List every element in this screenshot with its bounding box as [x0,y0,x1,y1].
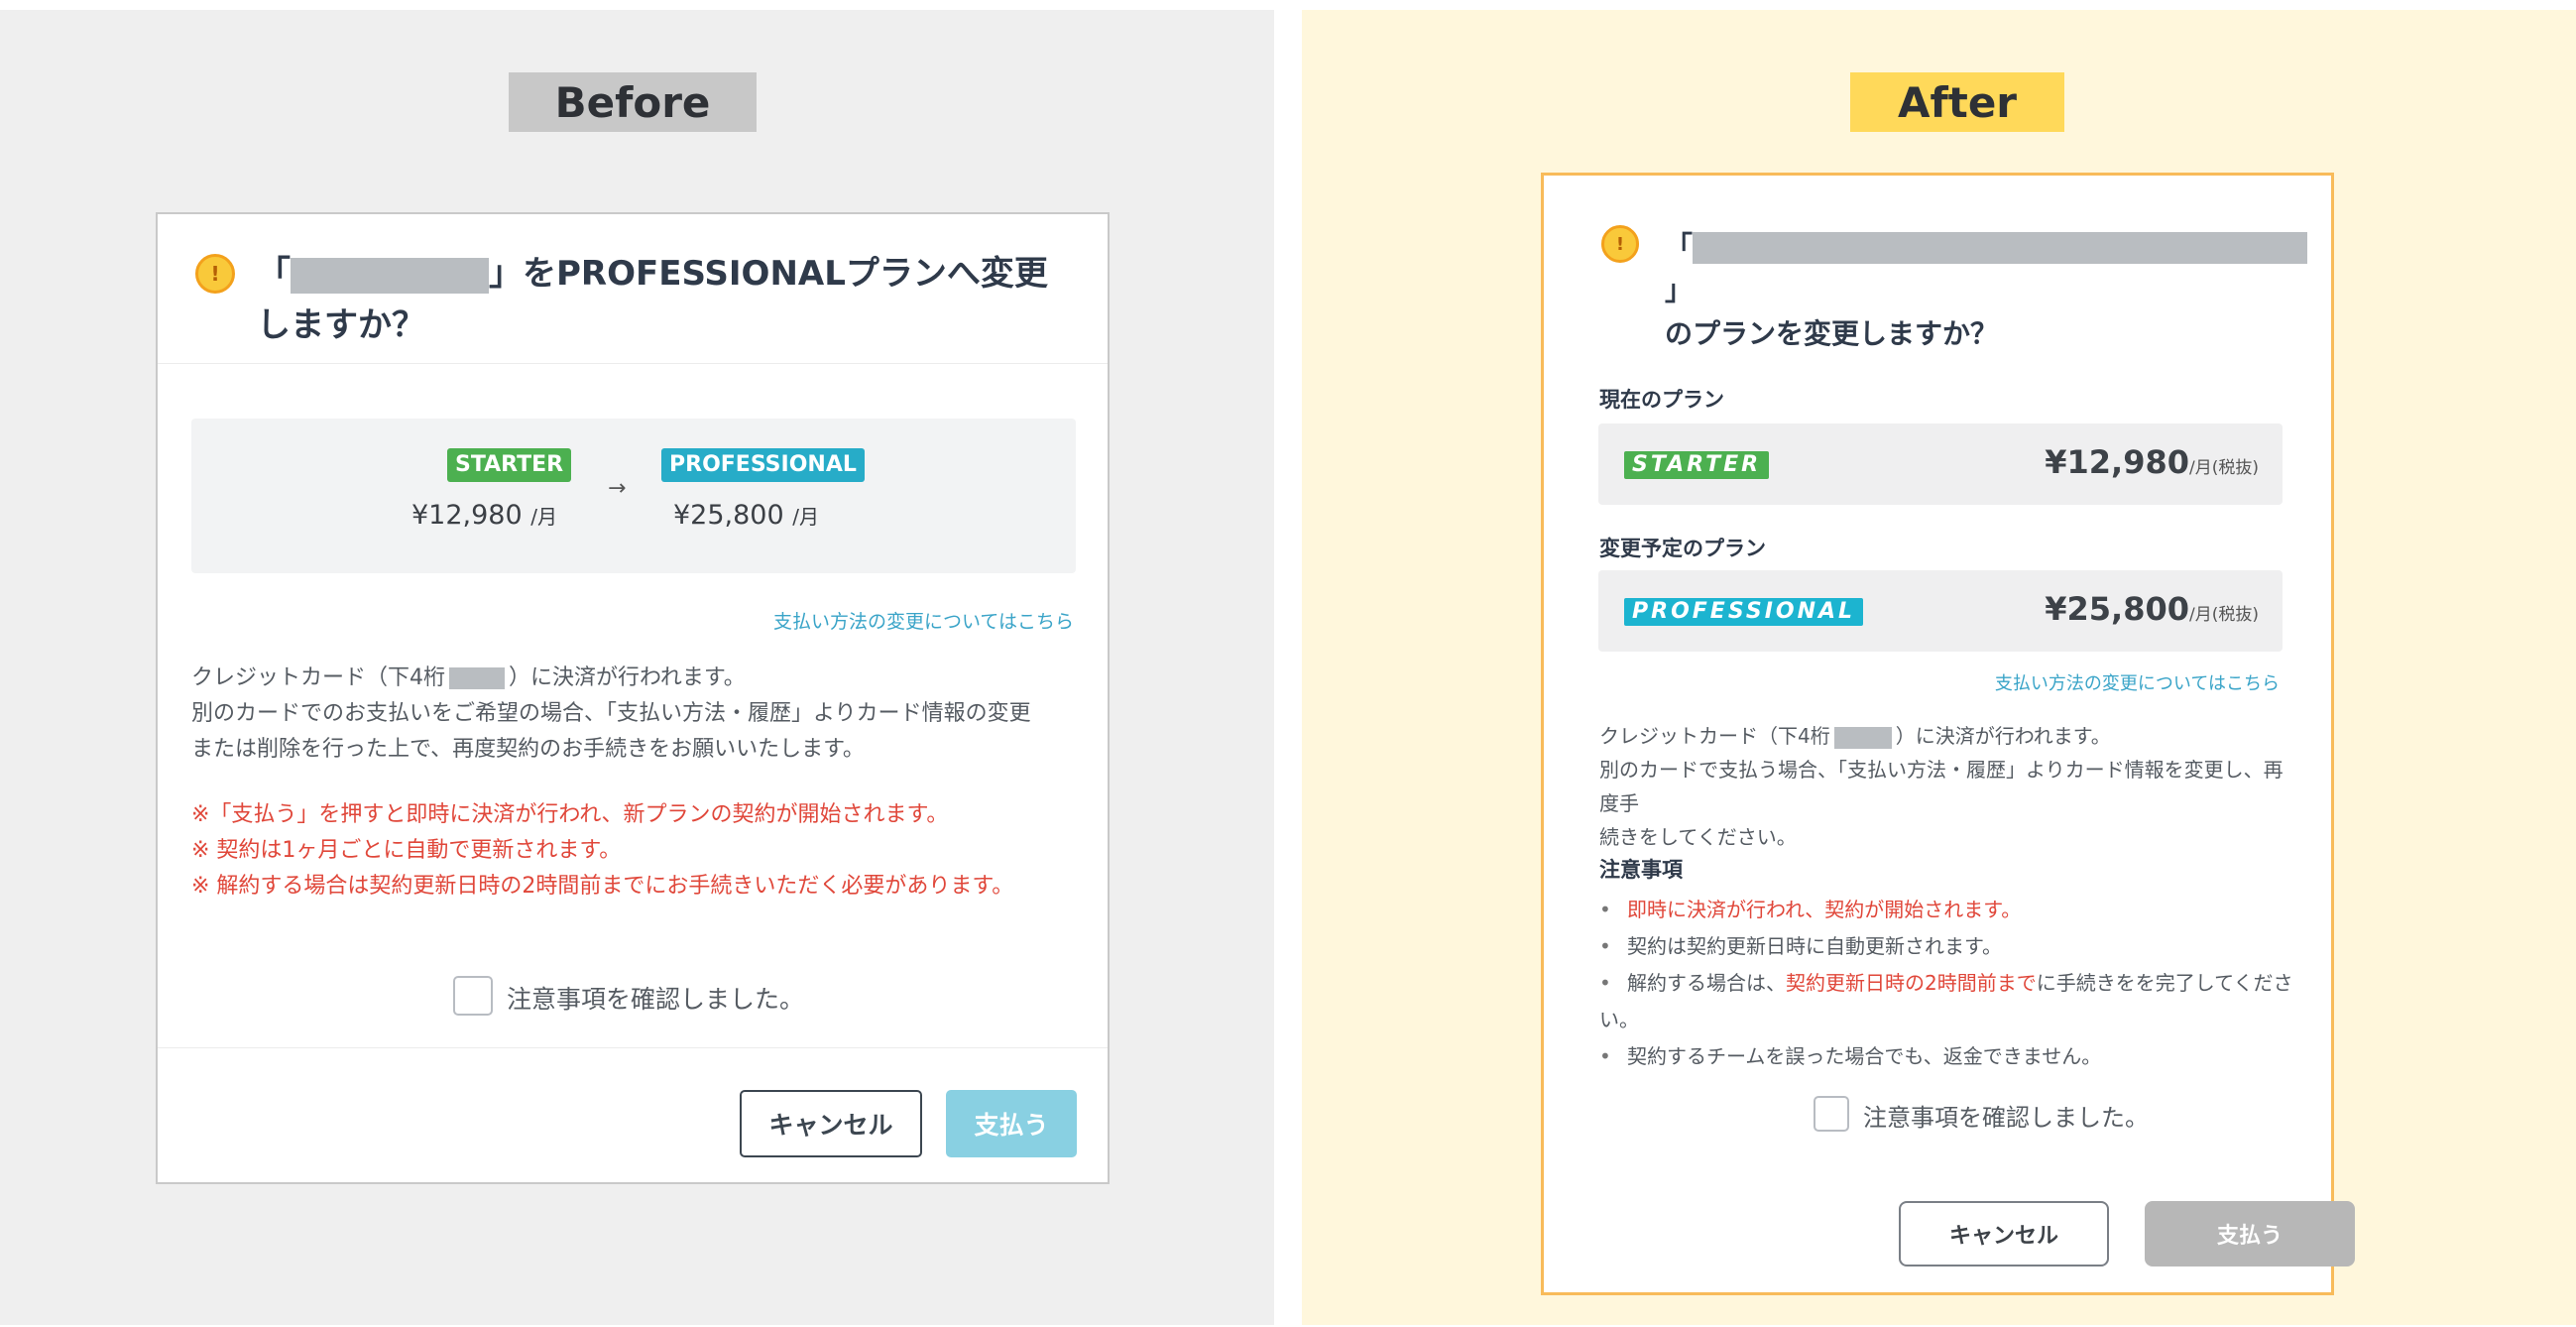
current-plan-heading: 現在のプラン [1599,388,1724,412]
divider [158,1047,1108,1048]
starter-badge: STARTER [447,448,572,482]
note-item: ※ 解約する場合は契約更新日時の2時間前までにお手続きいただく必要があります。 [191,874,1014,899]
new-plan-row: PROFESSIONAL ¥25,800/月(税抜) [1598,570,2283,652]
plan-comparison: STARTER ¥12,980 /月 → PROFESSIONAL ¥25,80… [191,419,1076,573]
professional-badge: PROFESSIONAL [661,448,865,482]
warning-icon: ! [195,254,235,294]
list-item: • 契約するチームを誤った場合でも、返金できません。 [1599,1044,2102,1068]
payment-description: クレジットカード（下4桁 ）に決済が行われます。 別のカードで支払う場合、「支払い… [1599,724,2283,849]
dialog-title: 「」をPROFESSIONALプランへ変更しますか？ [257,248,1070,351]
starter-badge: STARTER [1624,451,1770,479]
before-label: Before [509,72,757,132]
dialog-title: 「」 のプランを変更しますか？ [1665,225,2309,356]
after-label: After [1850,72,2064,132]
pay-button[interactable]: 支払う [2145,1201,2355,1267]
cancel-button[interactable]: キャンセル [1899,1201,2109,1267]
title-open-bracket: 「 [257,254,291,294]
current-plan-row: STARTER ¥12,980/月(税抜) [1598,423,2283,505]
redacted-card-digits [449,667,505,689]
redacted-card-digits [1833,726,1892,749]
after-panel: After ! 「」 のプランを変更しますか？ 現在のプラン STARTER ¥… [1302,10,2576,1325]
pay-button[interactable]: 支払う [946,1090,1077,1157]
cancel-button[interactable]: キャンセル [740,1090,922,1157]
payment-description: クレジットカード（下4桁 ）に決済が行われます。 別のカードでのお支払いをご希望の… [191,665,1031,762]
confirm-checkbox[interactable] [1814,1096,1849,1132]
before-panel: Before ! 「」をPROFESSIONALプランへ変更しますか？ STAR… [0,10,1274,1325]
list-item: • 契約は契約更新日時に自動更新されます。 [1599,934,2002,958]
redacted-team-name [1693,232,2308,264]
starter-price: ¥12,980 /月 [411,500,557,531]
current-plan-price: ¥12,980/月(税抜) [2045,443,2259,481]
professional-badge: PROFESSIONAL [1624,598,1864,626]
note-item: ※「支払う」を押すと即時に決済が行われ、新プランの契約が開始されます。 [191,802,949,827]
warning-notes: ※「支払う」を押すと即時に決済が行われ、新プランの契約が開始されます。 ※ 契約… [191,797,1084,905]
payment-method-link[interactable]: 支払い方法の変更についてはこちら [1995,669,2280,695]
before-plan-change-dialog: ! 「」をPROFESSIONALプランへ変更しますか？ STARTER ¥12… [156,212,1110,1184]
warning-icon: ! [1601,225,1639,263]
after-plan-change-dialog: ! 「」 のプランを変更しますか？ 現在のプラン STARTER ¥12,980… [1541,173,2355,1295]
arrow-right-icon: → [608,476,627,501]
new-plan-price: ¥25,800/月(税抜) [2045,590,2259,628]
list-item: • 即時に決済が行われ、契約が開始されます。 [1599,898,2022,921]
confirm-label[interactable]: 注意事項を確認しました。 [507,980,804,1016]
notes-heading: 注意事項 [1599,858,1683,882]
professional-price: ¥25,800 /月 [673,500,819,531]
list-item: • 解約する場合は、契約更新日時の2時間前までに手続きをを完了してください。 [1599,971,2293,1031]
note-item: ※ 契約は1ヶ月ごとに自動で更新されます。 [191,838,622,863]
payment-method-link[interactable]: 支払い方法の変更についてはこちら [773,607,1074,634]
redacted-team-name [291,257,489,294]
divider [158,363,1108,364]
confirm-checkbox[interactable] [453,976,493,1016]
confirm-label[interactable]: 注意事項を確認しました。 [1863,1098,2149,1133]
new-plan-heading: 変更予定のプラン [1599,537,1766,560]
notes-list: • 即時に決済が行われ、契約が開始されます。 • 契約は契約更新日時に自動更新されま… [1599,892,2313,1075]
